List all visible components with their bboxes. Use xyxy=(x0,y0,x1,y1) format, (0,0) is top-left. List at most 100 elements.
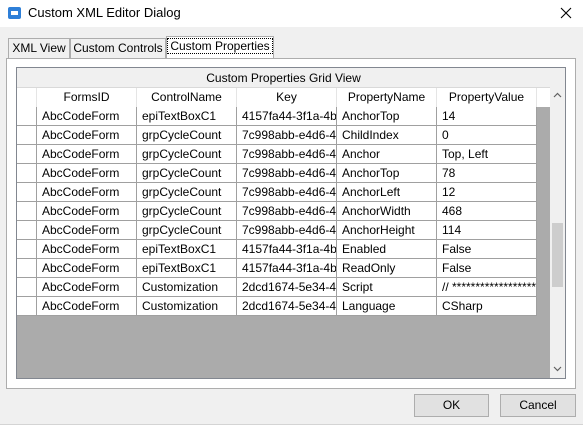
row-header[interactable] xyxy=(17,164,37,183)
column-header-propertyvalue[interactable]: PropertyValue xyxy=(437,88,537,107)
cell-formsid[interactable]: AbcCodeForm xyxy=(37,240,137,259)
cell-formsid[interactable]: AbcCodeForm xyxy=(37,126,137,145)
row-header[interactable] xyxy=(17,278,37,297)
properties-grid[interactable]: Custom Properties Grid View FormsID Cont… xyxy=(16,67,566,379)
cell-controlname[interactable]: Customization xyxy=(137,297,237,316)
scroll-thumb[interactable] xyxy=(552,223,563,287)
row-header[interactable] xyxy=(17,259,37,278)
row-header[interactable] xyxy=(17,240,37,259)
ok-button[interactable]: OK xyxy=(414,394,489,417)
table-row[interactable]: AbcCodeForm grpCycleCount 7c998abb-e4d6-… xyxy=(17,202,550,221)
cell-propertyvalue[interactable]: 12 xyxy=(437,183,537,202)
row-header[interactable] xyxy=(17,202,37,221)
row-header-corner xyxy=(17,88,37,107)
cell-propertyname[interactable]: AnchorTop xyxy=(337,107,437,126)
cell-propertyvalue[interactable]: 114 xyxy=(437,221,537,240)
column-header-key[interactable]: Key xyxy=(237,88,337,107)
cell-key[interactable]: 7c998abb-e4d6-4 xyxy=(237,145,337,164)
cell-controlname[interactable]: epiTextBoxC1 xyxy=(137,107,237,126)
close-button[interactable] xyxy=(549,0,583,27)
cell-propertyvalue[interactable]: 78 xyxy=(437,164,537,183)
cell-key[interactable]: 4157fa44-3f1a-4b xyxy=(237,240,337,259)
window-title: Custom XML Editor Dialog xyxy=(28,5,181,20)
table-row[interactable]: AbcCodeForm epiTextBoxC1 4157fa44-3f1a-4… xyxy=(17,107,550,126)
chevron-down-icon xyxy=(553,366,562,372)
cell-key[interactable]: 7c998abb-e4d6-4 xyxy=(237,221,337,240)
cell-formsid[interactable]: AbcCodeForm xyxy=(37,278,137,297)
grid-header-row: FormsID ControlName Key PropertyName Pro… xyxy=(17,88,550,107)
cell-formsid[interactable]: AbcCodeForm xyxy=(37,259,137,278)
cell-propertyname[interactable]: AnchorHeight xyxy=(337,221,437,240)
cell-controlname[interactable]: grpCycleCount xyxy=(137,126,237,145)
cell-key[interactable]: 7c998abb-e4d6-4 xyxy=(237,202,337,221)
table-row[interactable]: AbcCodeForm epiTextBoxC1 4157fa44-3f1a-4… xyxy=(17,240,550,259)
cell-propertyname[interactable]: AnchorLeft xyxy=(337,183,437,202)
tab-custom-properties[interactable]: Custom Properties xyxy=(166,36,274,58)
cell-propertyname[interactable]: Enabled xyxy=(337,240,437,259)
cell-controlname[interactable]: grpCycleCount xyxy=(137,183,237,202)
row-header[interactable] xyxy=(17,221,37,240)
cell-formsid[interactable]: AbcCodeForm xyxy=(37,202,137,221)
cell-propertyname[interactable]: AnchorTop xyxy=(337,164,437,183)
cell-formsid[interactable]: AbcCodeForm xyxy=(37,107,137,126)
tab-label: Custom Controls xyxy=(73,41,163,55)
row-header[interactable] xyxy=(17,126,37,145)
tab-custom-controls[interactable]: Custom Controls xyxy=(70,38,166,58)
grid-vertical-scrollbar[interactable] xyxy=(550,68,565,378)
cell-controlname[interactable]: epiTextBoxC1 xyxy=(137,240,237,259)
table-row[interactable]: AbcCodeForm grpCycleCount 7c998abb-e4d6-… xyxy=(17,221,550,240)
column-header-propertyname[interactable]: PropertyName xyxy=(337,88,437,107)
cell-propertyvalue[interactable]: False xyxy=(437,259,537,278)
tab-xml-view[interactable]: XML View xyxy=(8,38,70,58)
table-row[interactable]: AbcCodeForm grpCycleCount 7c998abb-e4d6-… xyxy=(17,145,550,164)
row-header[interactable] xyxy=(17,183,37,202)
cell-controlname[interactable]: Customization xyxy=(137,278,237,297)
cell-controlname[interactable]: epiTextBoxC1 xyxy=(137,259,237,278)
table-row[interactable]: AbcCodeForm Customization 2dcd1674-5e34-… xyxy=(17,297,550,316)
cell-propertyvalue[interactable]: Top, Left xyxy=(437,145,537,164)
row-header[interactable] xyxy=(17,145,37,164)
cell-formsid[interactable]: AbcCodeForm xyxy=(37,183,137,202)
cell-propertyname[interactable]: Language xyxy=(337,297,437,316)
column-header-formsid[interactable]: FormsID xyxy=(37,88,137,107)
cell-propertyvalue[interactable]: 468 xyxy=(437,202,537,221)
cell-controlname[interactable]: grpCycleCount xyxy=(137,164,237,183)
column-header-controlname[interactable]: ControlName xyxy=(137,88,237,107)
cell-key[interactable]: 4157fa44-3f1a-4b xyxy=(237,259,337,278)
table-row[interactable]: AbcCodeForm grpCycleCount 7c998abb-e4d6-… xyxy=(17,126,550,145)
cell-key[interactable]: 7c998abb-e4d6-4 xyxy=(237,126,337,145)
cell-propertyvalue[interactable]: 14 xyxy=(437,107,537,126)
cell-propertyname[interactable]: Script xyxy=(337,278,437,297)
close-icon xyxy=(560,7,572,19)
cell-key[interactable]: 7c998abb-e4d6-4 xyxy=(237,164,337,183)
cell-key[interactable]: 2dcd1674-5e34-4 xyxy=(237,278,337,297)
cell-key[interactable]: 2dcd1674-5e34-4 xyxy=(237,297,337,316)
cancel-button[interactable]: Cancel xyxy=(500,394,576,417)
cell-formsid[interactable]: AbcCodeForm xyxy=(37,164,137,183)
cell-controlname[interactable]: grpCycleCount xyxy=(137,145,237,164)
cell-propertyname[interactable]: ReadOnly xyxy=(337,259,437,278)
cell-controlname[interactable]: grpCycleCount xyxy=(137,221,237,240)
cell-key[interactable]: 7c998abb-e4d6-4 xyxy=(237,183,337,202)
table-row[interactable]: AbcCodeForm grpCycleCount 7c998abb-e4d6-… xyxy=(17,183,550,202)
cell-propertyname[interactable]: Anchor xyxy=(337,145,437,164)
cell-propertyname[interactable]: ChildIndex xyxy=(337,126,437,145)
cell-propertyvalue[interactable]: // ********************** xyxy=(437,278,537,297)
app-icon xyxy=(8,7,21,19)
table-row[interactable]: AbcCodeForm epiTextBoxC1 4157fa44-3f1a-4… xyxy=(17,259,550,278)
scroll-down-button[interactable] xyxy=(550,362,565,377)
table-row[interactable]: AbcCodeForm grpCycleCount 7c998abb-e4d6-… xyxy=(17,164,550,183)
table-row[interactable]: AbcCodeForm Customization 2dcd1674-5e34-… xyxy=(17,278,550,297)
row-header[interactable] xyxy=(17,107,37,126)
cell-propertyvalue[interactable]: CSharp xyxy=(437,297,537,316)
cell-key[interactable]: 4157fa44-3f1a-4b xyxy=(237,107,337,126)
cell-propertyvalue[interactable]: 0 xyxy=(437,126,537,145)
cell-formsid[interactable]: AbcCodeForm xyxy=(37,221,137,240)
cell-propertyvalue[interactable]: False xyxy=(437,240,537,259)
cell-formsid[interactable]: AbcCodeForm xyxy=(37,297,137,316)
cell-propertyname[interactable]: AnchorWidth xyxy=(337,202,437,221)
row-header[interactable] xyxy=(17,297,37,316)
scroll-up-button[interactable] xyxy=(550,88,565,103)
cell-formsid[interactable]: AbcCodeForm xyxy=(37,145,137,164)
cell-controlname[interactable]: grpCycleCount xyxy=(137,202,237,221)
